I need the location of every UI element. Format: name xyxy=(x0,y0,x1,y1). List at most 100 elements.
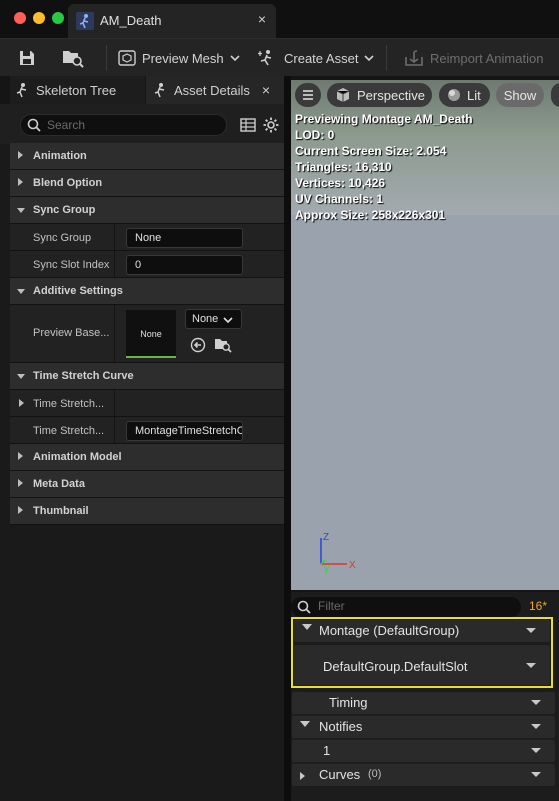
category-additive-settings[interactable]: Additive Settings xyxy=(10,278,284,305)
property-sync-group: Sync Group None xyxy=(10,224,284,251)
notify-track-label: 1 xyxy=(323,743,331,758)
expand-arrow-icon xyxy=(18,452,23,460)
gear-icon[interactable] xyxy=(263,117,279,133)
perspective-button[interactable]: Perspective xyxy=(327,83,432,107)
document-tab[interactable]: AM_Death × xyxy=(68,4,276,38)
asset-thumbnail[interactable]: None xyxy=(126,310,176,358)
category-sync-group[interactable]: Sync Group xyxy=(10,197,284,224)
category-animation[interactable]: Animation xyxy=(10,143,284,170)
table-view-icon[interactable] xyxy=(240,118,256,132)
chevron-down-icon[interactable] xyxy=(526,663,536,668)
timing-label: Timing xyxy=(329,695,368,710)
minimize-window-button[interactable] xyxy=(33,12,45,24)
category-blend-option[interactable]: Blend Option xyxy=(10,170,284,197)
window-titlebar: AM_Death × xyxy=(0,0,559,38)
axis-x-label: X xyxy=(349,560,356,571)
search-icon xyxy=(27,118,41,132)
category-label: Blend Option xyxy=(33,177,103,189)
chevron-down-icon xyxy=(223,317,233,324)
timing-row[interactable]: Timing xyxy=(292,692,555,714)
category-time-stretch-curve[interactable]: Time Stretch Curve xyxy=(10,363,284,390)
reimport-animation-button[interactable]: Reimport Animation xyxy=(404,44,543,72)
close-tab-icon[interactable]: × xyxy=(258,11,266,27)
property-sync-slot-index: Sync Slot Index 0 xyxy=(10,251,284,278)
viewport-info-approx-size: Approx Size: 258x226x301 xyxy=(295,208,446,222)
preview-mesh-label: Preview Mesh xyxy=(142,50,224,66)
montage-header-row[interactable]: Montage (DefaultGroup) xyxy=(294,620,550,642)
viewport-menu-button[interactable] xyxy=(295,83,321,107)
create-asset-icon xyxy=(258,50,272,66)
anim-montage-icon xyxy=(76,12,94,30)
save-icon xyxy=(20,51,34,65)
category-label: Additive Settings xyxy=(33,285,123,297)
tab-asset-details[interactable]: Asset Details × xyxy=(146,76,284,104)
browse-asset-icon[interactable] xyxy=(214,337,232,353)
collapse-arrow-icon xyxy=(302,624,312,630)
skeleton-icon xyxy=(16,83,27,98)
track-count-badge: 16* xyxy=(529,599,548,613)
browse-folder-icon xyxy=(63,51,84,68)
notifies-label: Notifies xyxy=(319,719,363,734)
expand-arrow-icon[interactable] xyxy=(19,399,24,407)
tab-skeleton-tree[interactable]: Skeleton Tree xyxy=(10,76,145,104)
use-selected-arrow-icon[interactable] xyxy=(190,337,206,353)
browse-asset-button[interactable] xyxy=(62,44,84,72)
column-divider xyxy=(114,390,115,416)
column-divider xyxy=(114,251,115,277)
close-tab-icon[interactable]: × xyxy=(262,82,270,98)
category-animation-model[interactable]: Animation Model xyxy=(10,444,284,471)
viewport-info-screen-size: Current Screen Size: 2.054 xyxy=(295,144,447,158)
preview-viewport[interactable]: Perspective Lit Show Previewing Montage … xyxy=(291,80,559,590)
collapse-arrow-icon xyxy=(300,721,310,727)
expand-arrow-icon xyxy=(18,178,23,186)
preview-base-combo[interactable]: None xyxy=(185,309,242,329)
toolbar-separator xyxy=(386,45,387,71)
slot-row[interactable]: DefaultGroup.DefaultSlot xyxy=(294,645,550,685)
collapse-arrow-icon xyxy=(17,289,25,294)
chevron-down-icon[interactable] xyxy=(531,724,541,729)
sync-slot-index-field[interactable]: 0 xyxy=(126,255,243,275)
save-button[interactable] xyxy=(18,44,36,72)
category-label: Meta Data xyxy=(33,478,85,490)
category-meta-data[interactable]: Meta Data xyxy=(10,471,284,498)
create-asset-button[interactable]: Create Asset xyxy=(258,44,375,72)
sync-group-field[interactable]: None xyxy=(126,228,243,248)
chevron-down-icon[interactable] xyxy=(526,628,536,633)
notifies-row[interactable]: Notifies xyxy=(292,716,555,738)
notify-track-row[interactable]: 1 xyxy=(292,740,555,762)
collapse-arrow-icon xyxy=(17,208,25,213)
zoom-window-button[interactable] xyxy=(52,12,64,24)
chevron-down-icon[interactable] xyxy=(531,700,541,705)
panel-splitter[interactable] xyxy=(284,76,291,801)
show-label: Show xyxy=(503,87,537,103)
close-window-button[interactable] xyxy=(14,12,26,24)
column-divider xyxy=(114,224,115,250)
lit-label: Lit xyxy=(467,87,481,103)
lit-mode-button[interactable]: Lit xyxy=(439,83,490,107)
tab-label: Asset Details xyxy=(174,82,250,98)
filter-input[interactable]: Filter xyxy=(291,597,521,617)
property-label: Sync Slot Index xyxy=(33,259,110,271)
chevron-down-icon[interactable] xyxy=(531,748,541,753)
property-preview-base: Preview Base... None None xyxy=(10,305,284,363)
column-divider xyxy=(114,417,115,443)
property-time-stretch-curve: Time Stretch... xyxy=(10,390,284,417)
preview-mesh-button[interactable]: Preview Mesh xyxy=(118,44,240,72)
show-button[interactable]: Show xyxy=(496,83,544,107)
anim-asset-icon xyxy=(154,83,165,98)
property-time-stretch-curve-name: Time Stretch... MontageTimeStretchCurve xyxy=(10,417,284,444)
time-stretch-curve-field[interactable]: MontageTimeStretchCurve xyxy=(126,421,243,441)
expand-arrow-icon xyxy=(18,506,23,514)
category-label: Animation Model xyxy=(33,451,122,463)
search-icon xyxy=(297,600,311,614)
category-thumbnail[interactable]: Thumbnail xyxy=(10,498,284,525)
viewport-info-triangles: Triangles: 16,310 xyxy=(295,160,392,174)
curves-row[interactable]: Curves (0) xyxy=(292,764,555,786)
perspective-label: Perspective xyxy=(357,87,425,103)
reimport-label: Reimport Animation xyxy=(430,50,544,66)
details-search-input[interactable]: Search xyxy=(20,114,227,136)
property-label: Sync Group xyxy=(33,232,92,244)
viewport-info-lod: LOD: 0 xyxy=(295,128,335,142)
chevron-down-icon[interactable] xyxy=(531,772,541,777)
chevron-down-icon xyxy=(230,55,240,62)
